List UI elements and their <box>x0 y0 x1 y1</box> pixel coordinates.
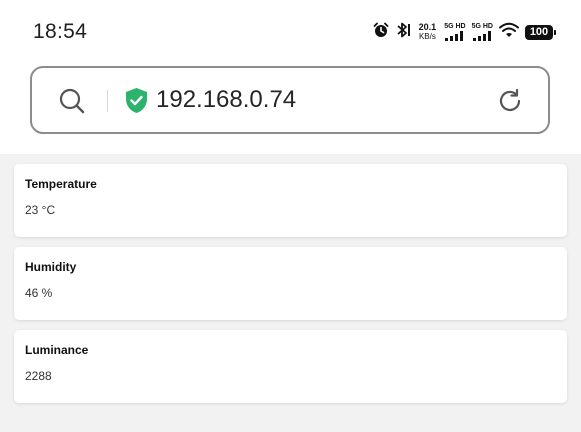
alarm-icon <box>373 22 389 43</box>
signal-1: 5G HD <box>444 23 466 41</box>
sensor-card-temperature: Temperature 23 °C <box>14 164 567 237</box>
url-text[interactable]: 192.168.0.74 <box>156 86 296 114</box>
status-time: 18:54 <box>33 20 88 43</box>
sensor-card-luminance: Luminance 2288 <box>14 330 567 403</box>
network-speed-value: 20.1 <box>418 22 437 32</box>
card-value: 46 % <box>25 286 53 300</box>
card-title: Humidity <box>25 260 77 274</box>
address-divider <box>107 90 108 112</box>
wifi-icon <box>499 22 519 43</box>
bluetooth-icon <box>395 21 411 44</box>
search-icon[interactable] <box>58 87 86 115</box>
address-bar[interactable]: 192.168.0.74 <box>30 66 550 134</box>
status-bar: 18:54 20.1 KB/s 5G HD 5G HD 100 <box>0 0 581 62</box>
network-speed-unit: KB/s <box>418 32 436 41</box>
signal-2: 5G HD <box>472 23 493 41</box>
card-title: Temperature <box>25 177 97 191</box>
status-icons: 20.1 KB/s 5G HD 5G HD 100 <box>373 21 556 44</box>
sensor-card-humidity: Humidity 46 % <box>14 247 567 320</box>
battery-icon: 100 <box>525 24 556 40</box>
page-content: Temperature 23 °C Humidity 46 % Luminanc… <box>0 154 581 432</box>
signal-2-label: 5G HD <box>471 23 493 30</box>
reload-icon[interactable] <box>496 87 524 115</box>
battery-level: 100 <box>529 26 549 38</box>
signal-icon <box>445 31 464 41</box>
card-title: Luminance <box>25 343 89 357</box>
signal-1-label: 5G HD <box>444 23 466 30</box>
card-value: 23 °C <box>25 203 56 217</box>
signal-icon <box>472 31 491 41</box>
network-speed: 20.1 KB/s <box>418 22 437 42</box>
card-value: 2288 <box>25 369 52 383</box>
shield-check-icon <box>124 87 149 114</box>
